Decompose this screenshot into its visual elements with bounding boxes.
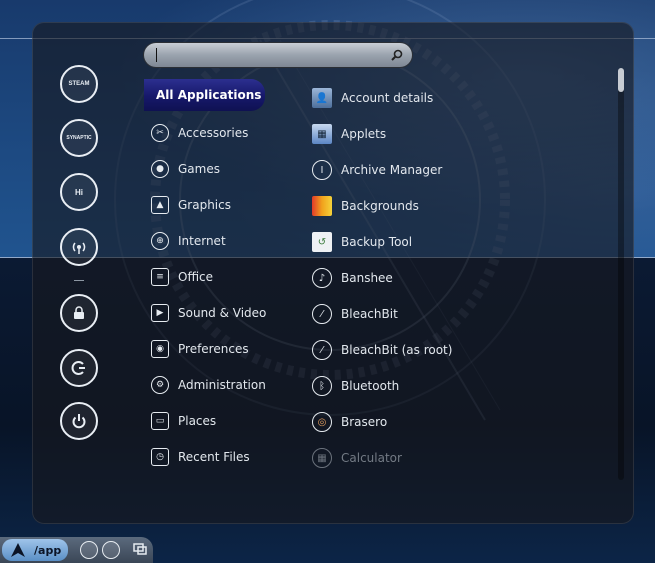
applets-icon: ▦ [312,124,332,144]
synaptic-label: SYNAPTIC [66,135,92,141]
category-label: Games [178,162,220,176]
taskbar: /app [0,537,153,563]
banshee-icon: ♪ [312,268,332,288]
terminal-launcher-icon[interactable] [102,541,120,559]
category-administration[interactable]: ⚙ Administration [144,370,304,400]
category-accessories[interactable]: ✂ Accessories [144,118,304,148]
preferences-icon: ◉ [151,340,169,358]
power-icon[interactable] [60,402,98,440]
category-label: Internet [178,234,226,248]
app-label: Banshee [341,271,393,285]
category-places[interactable]: ▭ Places [144,406,304,436]
bluetooth-icon: ᛒ [312,376,332,396]
app-calculator[interactable]: ▦ Calculator [310,444,590,472]
show-windows-icon[interactable] [133,543,147,555]
folder-icon: ▭ [151,412,169,430]
app-label: Backup Tool [341,235,413,249]
category-games[interactable]: ● Games [144,154,304,184]
category-label: Preferences [178,342,249,356]
category-label: Accessories [178,126,249,140]
category-graphics[interactable]: ▲ Graphics [144,190,304,220]
category-label: Office [178,270,214,284]
favorites-separator [74,280,84,281]
search-icon[interactable] [390,48,404,62]
category-label: Administration [178,378,266,392]
document-icon: ≡ [151,268,169,286]
tools-icon: ✂ [151,124,169,142]
archive-icon: Ⅰ [312,160,332,180]
scrollbar-thumb[interactable] [618,68,624,92]
calculator-icon: ▦ [312,448,332,468]
app-list-scrollbar[interactable] [618,68,624,480]
bleachbit-root-icon: ⁄ [312,340,332,360]
bleachbit-icon: ⁄ [312,304,332,324]
arch-logo-icon [11,543,25,557]
app-label: Calculator [341,451,402,465]
category-label: Places [178,414,217,428]
app-archive-manager[interactable]: Ⅰ Archive Manager [310,156,590,184]
media-icon: ▶ [151,304,169,322]
synaptic-icon[interactable]: SYNAPTIC [60,119,98,157]
app-bluetooth[interactable]: ᛒ Bluetooth [310,372,590,400]
category-sound-video[interactable]: ▶ Sound & Video [144,298,304,328]
category-preferences[interactable]: ◉ Preferences [144,334,304,364]
games-icon: ● [151,160,169,178]
search-box[interactable] [144,43,412,67]
text-caret [156,48,157,62]
app-bleachbit[interactable]: ⁄ BleachBit [310,300,590,328]
app-banshee[interactable]: ♪ Banshee [310,264,590,292]
start-menu-button[interactable]: /app [2,539,68,561]
app-brasero[interactable]: ◎ Brasero [310,408,590,436]
category-label: All Applications [156,88,262,102]
backgrounds-icon [312,196,332,216]
globe-icon: ⊕ [151,232,169,250]
category-internet[interactable]: ⊕ Internet [144,226,304,256]
hexchat-icon[interactable]: Hi [60,173,98,211]
app-backgrounds[interactable]: Backgrounds [310,192,590,220]
app-label: Account details [341,91,434,105]
search-input[interactable] [154,46,386,66]
category-label: Recent Files [178,450,250,464]
category-label: Sound & Video [178,306,267,320]
app-label: Applets [341,127,387,141]
app-label: Backgrounds [341,199,419,213]
hexchat-label: Hi [75,187,83,197]
app-label: Archive Manager [341,163,443,177]
network-icon[interactable] [60,228,98,266]
app-bleachbit-root[interactable]: ⁄ BleachBit (as root) [310,336,590,364]
category-recent-files[interactable]: ◷ Recent Files [144,442,304,472]
backup-icon: ↺ [312,232,332,252]
administration-icon: ⚙ [151,376,169,394]
category-office[interactable]: ≡ Office [144,262,304,292]
category-all-applications[interactable]: All Applications [144,79,265,111]
brasero-icon: ◎ [312,412,332,432]
lock-screen-icon[interactable] [60,294,98,332]
steam-icon[interactable]: STEAM [60,65,98,103]
graphics-icon: ▲ [151,196,169,214]
app-label: Brasero [341,415,388,429]
app-applets[interactable]: ▦ Applets [310,120,590,148]
app-label: Bluetooth [341,379,400,393]
logout-icon[interactable] [60,349,98,387]
app-label: BleachBit [341,307,398,321]
browser-launcher-icon[interactable] [80,541,98,559]
user-account-icon: 👤 [312,88,332,108]
start-menu-label: /app [34,543,62,557]
category-label: Graphics [178,198,231,212]
app-backup-tool[interactable]: ↺ Backup Tool [310,228,590,256]
steam-label: STEAM [68,81,90,87]
recent-files-icon: ◷ [151,448,169,466]
app-label: BleachBit (as root) [341,343,453,357]
app-account-details[interactable]: 👤 Account details [310,84,590,112]
